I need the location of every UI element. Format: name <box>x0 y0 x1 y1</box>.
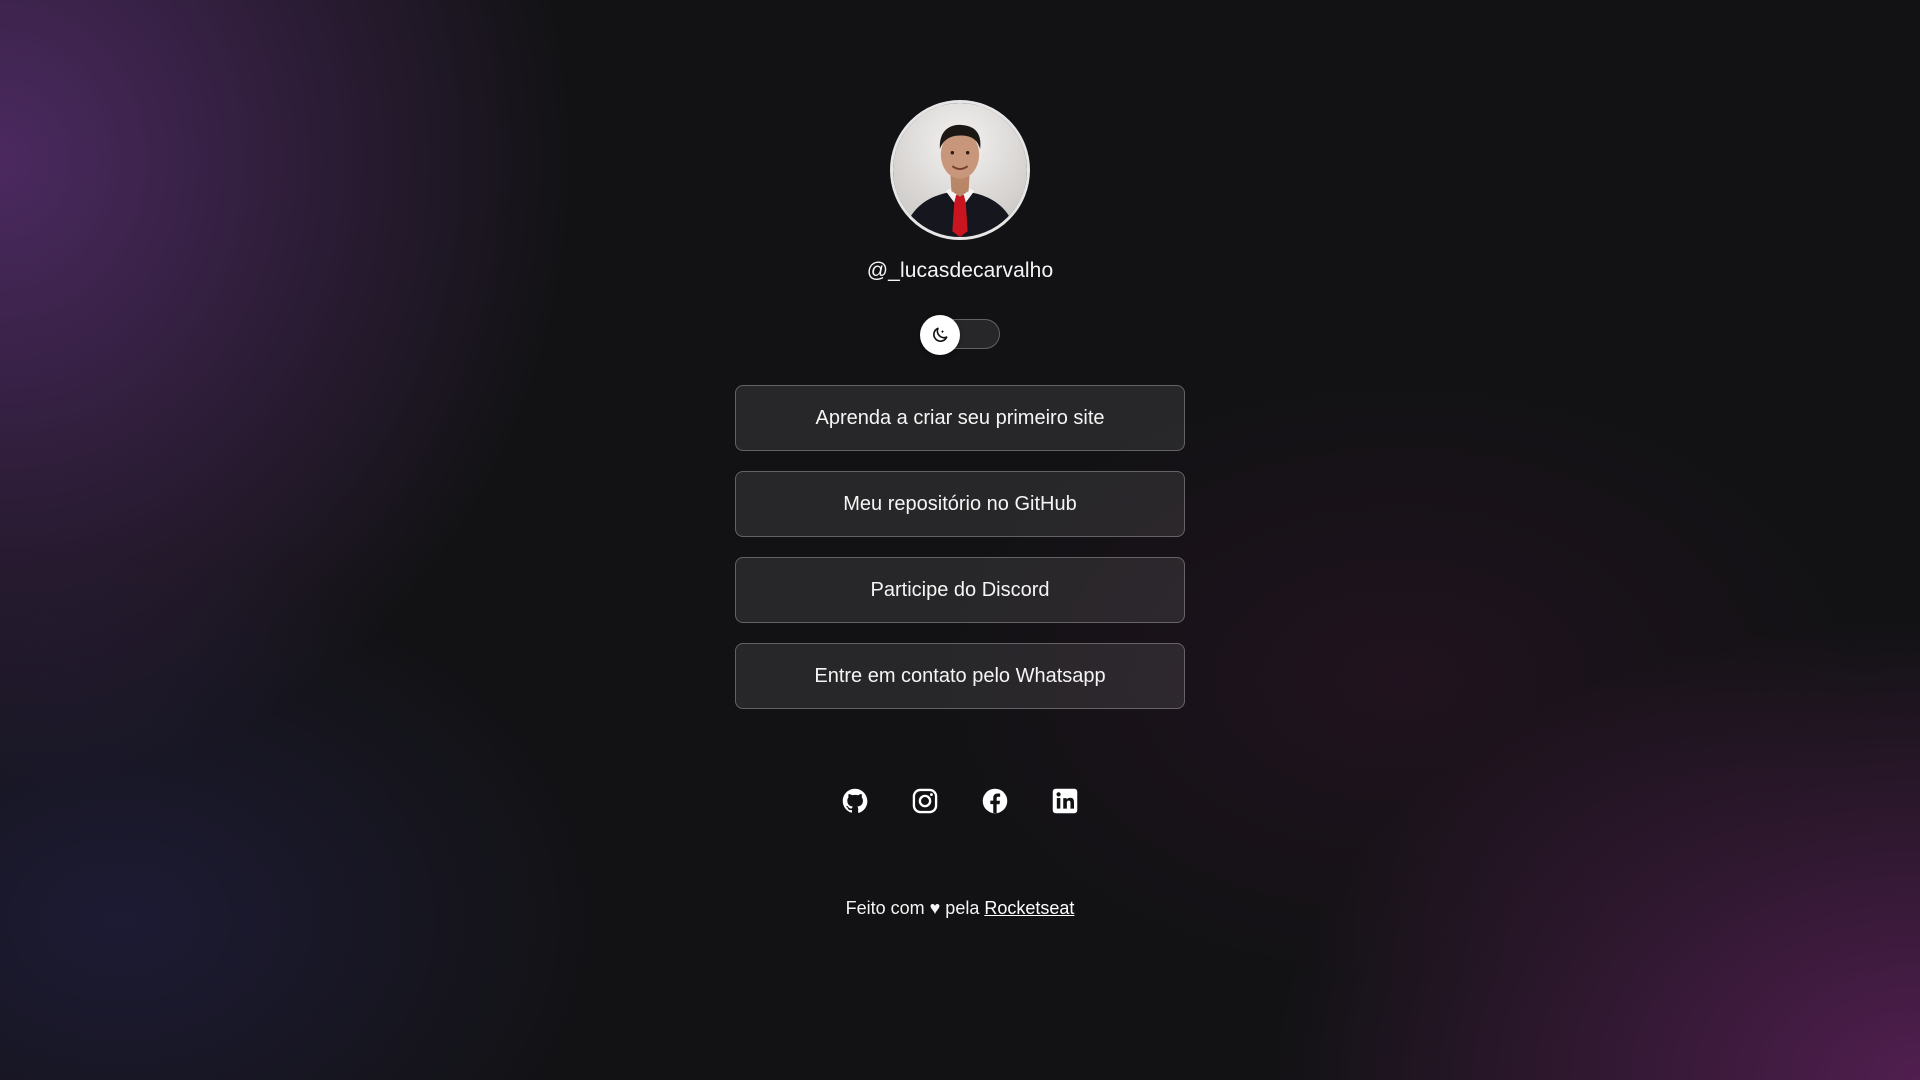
social-links <box>0 786 1920 816</box>
linkedin-link[interactable] <box>1050 786 1080 816</box>
list-item: Meu repositório no GitHub <box>735 471 1185 537</box>
github-link[interactable] <box>840 786 870 816</box>
link-button-first-site[interactable]: Aprenda a criar seu primeiro site <box>735 385 1185 451</box>
avatar <box>890 100 1030 240</box>
link-button-github-repo[interactable]: Meu repositório no GitHub <box>735 471 1185 537</box>
list-item: Aprenda a criar seu primeiro site <box>735 385 1185 451</box>
instagram-link[interactable] <box>910 786 940 816</box>
theme-switch-knob[interactable] <box>920 315 960 355</box>
link-button-discord[interactable]: Participe do Discord <box>735 557 1185 623</box>
list-item: Participe do Discord <box>735 557 1185 623</box>
profile-handle: @_lucasdecarvalho <box>866 259 1054 282</box>
facebook-link[interactable] <box>980 786 1010 816</box>
list-item: Entre em contato pelo Whatsapp <box>735 643 1185 709</box>
profile: @_lucasdecarvalho <box>0 100 1920 283</box>
footer: Feito com ♥ pela Rocketseat <box>0 898 1920 919</box>
rocketseat-link[interactable]: Rocketseat <box>984 898 1074 918</box>
page: @_lucasdecarvalho Aprenda a criar seu pr… <box>0 0 1920 1080</box>
facebook-icon <box>982 788 1008 814</box>
link-button-whatsapp[interactable]: Entre em contato pelo Whatsapp <box>735 643 1185 709</box>
moon-icon <box>933 327 948 342</box>
instagram-icon <box>912 788 938 814</box>
github-icon <box>842 788 868 813</box>
link-list: Aprenda a criar seu primeiro site Meu re… <box>735 385 1185 729</box>
linkedin-icon <box>1052 788 1078 814</box>
avatar-photo <box>893 103 1027 237</box>
footer-text: Feito com ♥ pela <box>845 898 985 918</box>
theme-switch[interactable] <box>920 315 1000 355</box>
